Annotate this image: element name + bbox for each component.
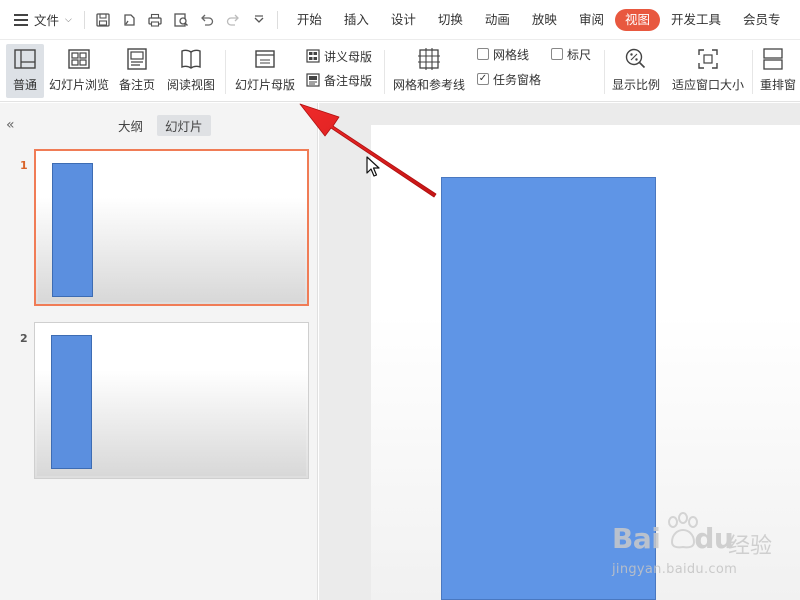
zoom-percent-icon bbox=[625, 48, 646, 69]
quick-access-toolbar bbox=[89, 12, 273, 28]
checkbox-checked-icon: ✓ bbox=[477, 73, 489, 85]
slide-sorter-button[interactable]: 幻灯片浏览 bbox=[46, 44, 112, 98]
ribbon-tabs: 开始 插入 设计 切换 动画 放映 审阅 视图 开发工具 会员专 bbox=[286, 8, 792, 31]
divider bbox=[83, 10, 85, 29]
collapse-panel-icon[interactable]: « bbox=[6, 117, 15, 133]
fit-window-button[interactable]: 适应窗口大小 bbox=[670, 44, 746, 98]
tab-transitions[interactable]: 切换 bbox=[427, 9, 474, 31]
tab-slideshow[interactable]: 放映 bbox=[521, 9, 568, 31]
baidu-watermark: Bai du 经验 jingyan.baidu.com bbox=[612, 512, 782, 580]
menu-bar: 文件 ⌵ 开始 插入 设计 切换 动画 放映 审阅 视图 开发工具 会员专 bbox=[0, 0, 800, 40]
tab-insert[interactable]: 插入 bbox=[333, 9, 380, 31]
notes-page-button[interactable]: 备注页 bbox=[116, 44, 158, 98]
gridlines-label: 网格线 bbox=[493, 47, 530, 62]
slide-thumbnail[interactable] bbox=[34, 322, 309, 479]
save-icon[interactable] bbox=[95, 12, 111, 28]
chevron-down-icon: ⌵ bbox=[65, 14, 72, 25]
hamburger-icon bbox=[14, 14, 28, 26]
file-menu-label: 文件 bbox=[34, 13, 60, 28]
arrange-windows-button[interactable]: 重排窗 bbox=[760, 44, 800, 98]
handout-master-icon bbox=[306, 49, 320, 63]
slide-sorter-label: 幻灯片浏览 bbox=[48, 78, 109, 92]
tab-animations[interactable]: 动画 bbox=[474, 9, 521, 31]
tab-member[interactable]: 会员专 bbox=[732, 9, 792, 31]
notes-page-icon bbox=[127, 48, 147, 70]
fit-window-label: 适应窗口大小 bbox=[671, 78, 744, 92]
checkbox-unchecked-icon bbox=[477, 48, 489, 60]
normal-view-label: 普通 bbox=[12, 78, 37, 92]
slide-master-button[interactable]: 幻灯片母版 bbox=[232, 44, 298, 98]
rectangle-shape bbox=[51, 335, 92, 469]
notes-master-button[interactable]: 备注母版 bbox=[306, 70, 372, 90]
customize-toolbar-icon[interactable] bbox=[251, 12, 267, 28]
divider bbox=[276, 10, 278, 29]
arrange-windows-label: 重排窗 bbox=[760, 78, 797, 92]
grid-guides-label: 网格和参考线 bbox=[392, 78, 465, 92]
undo-icon[interactable] bbox=[199, 12, 215, 28]
divider bbox=[752, 50, 753, 94]
file-menu-button[interactable]: 文件 ⌵ bbox=[0, 0, 80, 40]
book-icon bbox=[181, 49, 201, 69]
checkbox-unchecked-icon bbox=[551, 48, 563, 60]
watermark-brand: Bai du bbox=[612, 522, 734, 555]
handout-master-label: 讲义母版 bbox=[324, 49, 373, 64]
ruler-label: 标尺 bbox=[567, 47, 592, 62]
slide-master-label: 幻灯片母版 bbox=[234, 78, 295, 92]
slides-panel: « 大纲 幻灯片 1 2 bbox=[0, 103, 318, 600]
ribbon-view: 普通 幻灯片浏览 备注页 阅读视图 幻灯片母版 讲义母版 备注母版 网格和参考线… bbox=[0, 40, 800, 102]
slide-thumbnail-canvas bbox=[37, 325, 306, 476]
grid-guides-button[interactable]: 网格和参考线 bbox=[390, 44, 468, 98]
notes-master-label: 备注母版 bbox=[324, 73, 373, 88]
redo-icon[interactable] bbox=[225, 12, 241, 28]
slide-sorter-icon bbox=[68, 49, 90, 69]
print-icon[interactable] bbox=[147, 12, 163, 28]
rectangle-shape bbox=[52, 163, 93, 297]
notes-page-label: 备注页 bbox=[118, 78, 155, 92]
tab-developer[interactable]: 开发工具 bbox=[660, 9, 732, 31]
handout-master-button[interactable]: 讲义母版 bbox=[306, 46, 372, 66]
tab-review[interactable]: 审阅 bbox=[568, 9, 615, 31]
export-icon[interactable] bbox=[121, 12, 137, 28]
ruler-checkbox[interactable]: 标尺 bbox=[551, 44, 591, 64]
divider bbox=[384, 50, 385, 94]
task-pane-label: 任务窗格 bbox=[493, 72, 542, 87]
tab-home[interactable]: 开始 bbox=[286, 9, 333, 31]
slide-number: 2 bbox=[20, 332, 28, 345]
task-pane-checkbox[interactable]: ✓ 任务窗格 bbox=[477, 69, 541, 89]
zoom-button[interactable]: 显示比例 bbox=[610, 44, 662, 98]
zoom-label: 显示比例 bbox=[611, 78, 660, 92]
panel-tabs: 大纲 幻灯片 bbox=[110, 115, 211, 136]
divider bbox=[225, 50, 226, 94]
mouse-cursor-icon bbox=[366, 156, 380, 177]
notes-master-icon bbox=[306, 73, 320, 87]
tab-design[interactable]: 设计 bbox=[380, 9, 427, 31]
gridlines-checkbox[interactable]: 网格线 bbox=[477, 44, 529, 64]
tab-outline[interactable]: 大纲 bbox=[110, 115, 151, 136]
slide-thumbnail[interactable] bbox=[34, 149, 309, 306]
slide-number: 1 bbox=[20, 159, 28, 172]
watermark-url: jingyan.baidu.com bbox=[612, 562, 738, 577]
watermark-cn: 经验 bbox=[728, 534, 773, 559]
reading-view-label: 阅读视图 bbox=[166, 78, 215, 92]
grid-icon bbox=[418, 48, 440, 70]
normal-view-button[interactable]: 普通 bbox=[6, 44, 44, 98]
arrange-windows-icon bbox=[763, 48, 783, 70]
tab-slides[interactable]: 幻灯片 bbox=[157, 115, 211, 136]
reading-view-button[interactable]: 阅读视图 bbox=[164, 44, 218, 98]
slide-thumbnail-canvas bbox=[38, 153, 305, 302]
print-preview-icon[interactable] bbox=[173, 12, 189, 28]
normal-view-icon bbox=[14, 49, 36, 69]
slide-master-icon bbox=[255, 50, 275, 68]
fit-window-icon bbox=[698, 49, 718, 69]
divider bbox=[604, 50, 605, 94]
tab-view[interactable]: 视图 bbox=[614, 8, 660, 31]
